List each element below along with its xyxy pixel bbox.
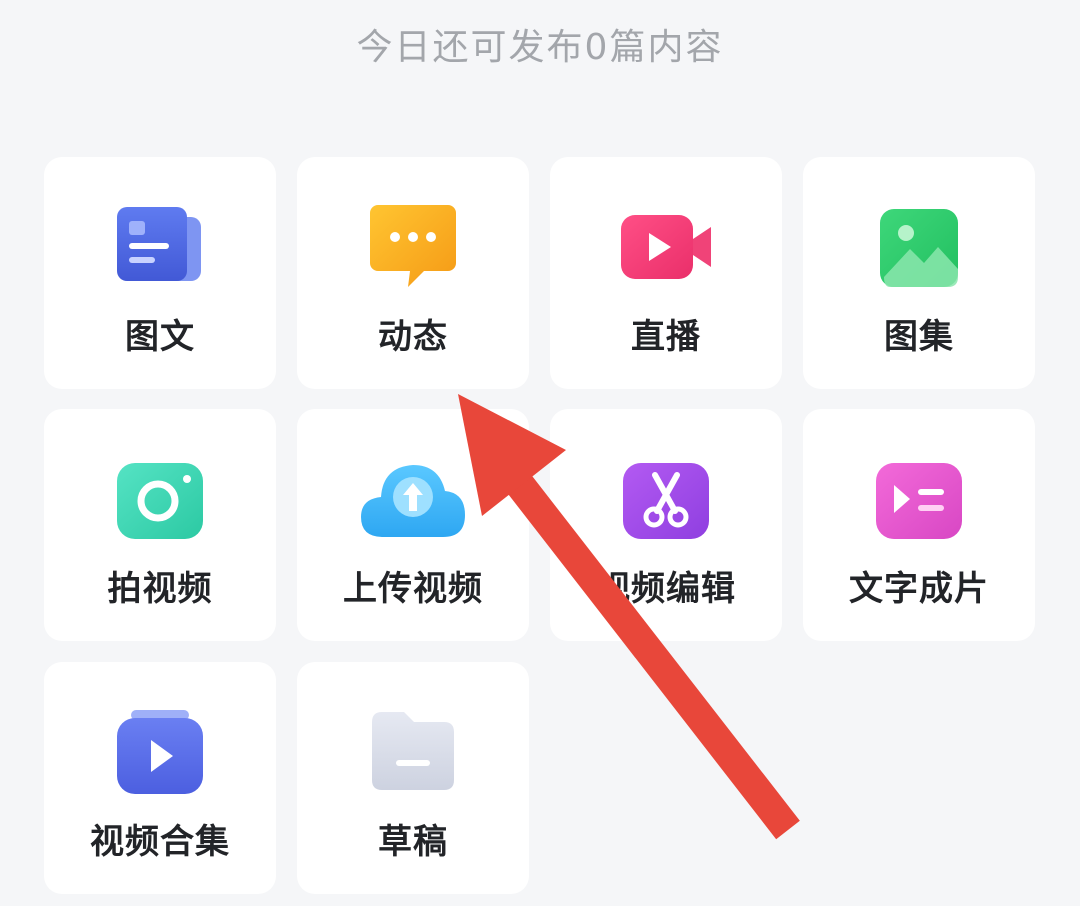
tile-label: 直播 (631, 317, 701, 357)
tile-article[interactable]: 图文 (44, 157, 276, 389)
tile-label: 拍视频 (107, 569, 213, 609)
tile-label: 图集 (884, 317, 954, 357)
text-to-video-icon (874, 455, 964, 545)
article-icon (115, 203, 205, 293)
tile-video-collection[interactable]: 视频合集 (44, 662, 276, 894)
tile-label: 上传视频 (343, 569, 483, 609)
live-camera-icon (621, 203, 711, 293)
tile-text-to-video[interactable]: 文字成片 (803, 409, 1035, 641)
publish-quota-text: 今日还可发布0篇内容 (356, 27, 724, 68)
cloud-upload-icon (359, 455, 467, 545)
tile-label: 文字成片 (849, 569, 989, 609)
scissors-icon (621, 455, 711, 545)
publish-menu: 今日还可发布0篇内容 图文 动态 直播 图集 拍视频 上传视频 视频编辑 文字成… (0, 0, 1080, 906)
tile-gallery[interactable]: 图集 (803, 157, 1035, 389)
tile-label: 视频编辑 (596, 569, 736, 609)
camera-icon (115, 455, 205, 545)
gallery-icon (874, 203, 964, 293)
chat-bubble-icon (368, 203, 458, 293)
tile-drafts[interactable]: 草稿 (297, 662, 529, 894)
tile-label: 视频合集 (90, 822, 230, 862)
folder-icon (368, 708, 458, 798)
tile-label: 草稿 (378, 822, 448, 862)
tile-label: 动态 (378, 317, 448, 357)
video-collection-icon (115, 708, 205, 798)
tile-upload-video[interactable]: 上传视频 (297, 409, 529, 641)
tile-label: 图文 (125, 317, 195, 357)
tile-shoot-video[interactable]: 拍视频 (44, 409, 276, 641)
tile-live[interactable]: 直播 (550, 157, 782, 389)
tile-post[interactable]: 动态 (297, 157, 529, 389)
tile-video-edit[interactable]: 视频编辑 (550, 409, 782, 641)
